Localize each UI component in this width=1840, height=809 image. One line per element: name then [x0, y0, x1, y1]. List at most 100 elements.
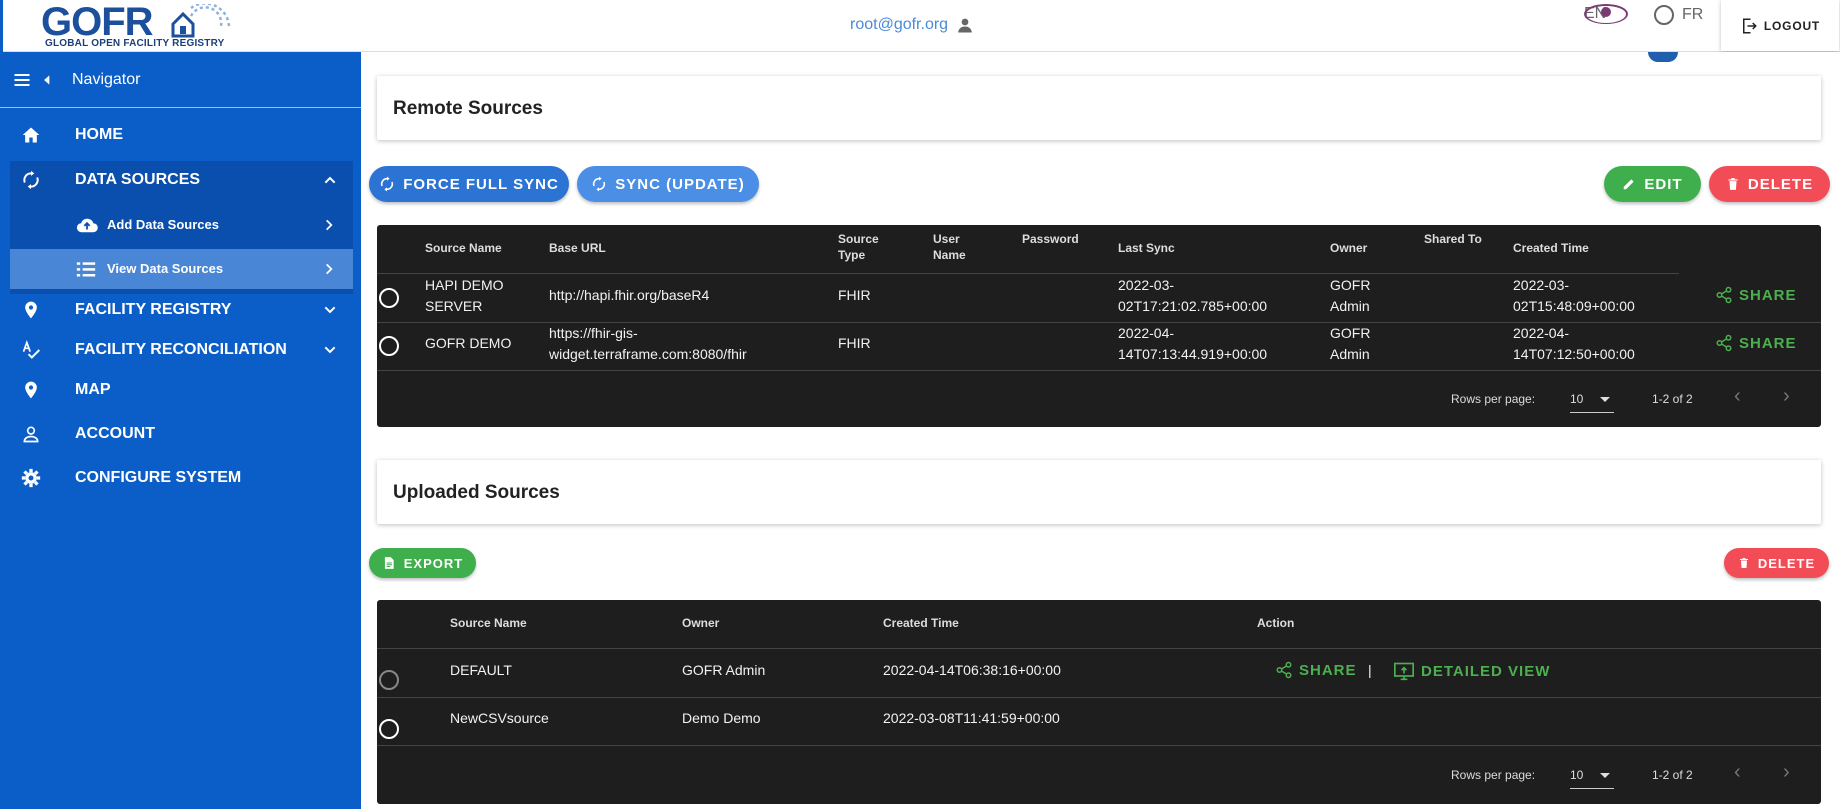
gofr-logo[interactable]: GOFR GLOBAL OPEN FACILITY REGISTRY — [41, 0, 231, 50]
radio-unselected-icon — [1654, 5, 1674, 25]
user-email: root@gofr.org — [850, 16, 949, 33]
share-icon — [1716, 334, 1732, 352]
pagination-range: 1-2 of 2 — [1652, 392, 1693, 406]
sidebar-item-data-sources[interactable]: DATA SOURCES — [0, 161, 361, 199]
uploaded-sources-card: Uploaded Sources — [377, 460, 1821, 524]
cell-owner: GOFR Admin — [1330, 325, 1371, 362]
col-user-name[interactable]: User Name — [933, 231, 966, 263]
share-button[interactable]: SHARE — [1715, 286, 1797, 304]
language-fr-radio[interactable]: FR — [1654, 5, 1703, 25]
gear-icon — [21, 468, 41, 488]
prev-page-icon[interactable]: ‹ — [1734, 761, 1741, 784]
home-icon — [22, 127, 40, 143]
cell-source-type: FHIR — [838, 335, 871, 351]
col-password[interactable]: Password — [1022, 231, 1079, 247]
location-pin-icon — [25, 301, 37, 319]
cell-created-time: 2022-03- 02T15:48:09+00:00 — [1513, 277, 1635, 314]
cell-source-type: FHIR — [838, 287, 871, 303]
sync-icon — [23, 170, 39, 190]
remote-sources-table: Source Name Base URL Source Type User Name… — [377, 225, 1821, 427]
logout-icon — [1742, 18, 1757, 33]
edit-button[interactable]: EDIT — [1604, 166, 1701, 202]
main-content: Remote Sources FORCE FULL SYNC SYNC (UPD… — [361, 52, 1840, 809]
top-bar: GOFR GLOBAL OPEN FACILITY REGISTRY root@… — [3, 0, 1840, 52]
sidebar-item-add-data-sources[interactable]: Add Data Sources — [10, 205, 353, 245]
cell-last-sync: 2022-03- 02T17:21:02.785+00:00 — [1118, 277, 1268, 314]
col-owner[interactable]: Owner — [1330, 240, 1367, 256]
col-source-name[interactable]: Source Name — [450, 615, 527, 631]
chevron-up-icon — [324, 176, 336, 184]
delete-uploaded-button[interactable]: DELETE — [1724, 548, 1829, 578]
chevron-down-icon — [324, 306, 336, 314]
cell-created-time: 2022-04- 14T07:12:50+00:00 — [1513, 325, 1635, 362]
caret-down-icon — [1600, 397, 1610, 402]
uploaded-sources-title: Uploaded Sources — [393, 482, 560, 503]
sidebar-item-home[interactable]: HOME — [0, 116, 361, 154]
col-created-time[interactable]: Created Time — [1513, 240, 1589, 256]
detailed-view-button[interactable]: DETAILED VIEW — [1393, 661, 1550, 681]
language-en-radio[interactable]: EN — [1584, 4, 1628, 24]
force-full-sync-button[interactable]: FORCE FULL SYNC — [369, 166, 569, 202]
remote-sources-title: Remote Sources — [393, 98, 543, 119]
row-select-radio[interactable] — [379, 336, 399, 356]
chevron-down-icon — [324, 346, 336, 354]
row-select-radio[interactable] — [379, 719, 399, 739]
user-menu[interactable]: root@gofr.org — [850, 16, 974, 34]
sidebar-item-map[interactable]: MAP — [0, 371, 361, 409]
col-owner[interactable]: Owner — [682, 615, 719, 631]
sync-update-button[interactable]: SYNC (UPDATE) — [577, 166, 759, 202]
sidebar-item-view-data-sources[interactable]: View Data Sources — [10, 249, 353, 289]
share-icon — [1716, 286, 1732, 304]
next-page-icon[interactable]: › — [1783, 761, 1790, 784]
cell-last-sync: 2022-04- 14T07:13:44.919+00:00 — [1118, 325, 1268, 362]
row-select-radio[interactable] — [379, 670, 399, 690]
cell-created-time: 2022-03-08T11:41:59+00:00 — [883, 710, 1060, 726]
chevron-right-icon — [326, 263, 333, 275]
hamburger-menu-icon[interactable] — [12, 70, 32, 90]
next-page-icon[interactable]: › — [1783, 385, 1790, 408]
collapse-left-icon[interactable] — [40, 73, 54, 87]
trash-icon — [1728, 178, 1738, 190]
rows-per-page-select[interactable]: 10 — [1570, 392, 1614, 413]
sidebar-item-facility-reconciliation[interactable]: FACILITY RECONCILIATION — [0, 331, 361, 369]
cloud-upload-icon — [76, 218, 98, 233]
rows-per-page-select[interactable]: 10 — [1570, 768, 1614, 789]
share-button[interactable]: SHARE — [1275, 661, 1357, 679]
cell-source-name: NewCSVsource — [450, 710, 549, 726]
row-select-radio[interactable] — [379, 288, 399, 308]
sidebar-item-account[interactable]: ACCOUNT — [0, 415, 361, 453]
cell-base-url: http://hapi.fhir.org/baseR4 — [549, 287, 710, 303]
navigator-header: Navigator — [0, 52, 361, 108]
sync-icon — [381, 176, 394, 192]
prev-page-icon[interactable]: ‹ — [1734, 385, 1741, 408]
document-icon — [384, 557, 394, 569]
house-wifi-icon — [171, 4, 231, 38]
cell-source-name: GOFR DEMO — [425, 335, 512, 351]
logout-button[interactable]: LOGOUT — [1721, 0, 1839, 51]
action-separator: | — [1368, 662, 1372, 678]
cell-owner: GOFR Admin — [1330, 277, 1371, 314]
sidebar: Navigator HOME DATA SOURCES Add Data Sou… — [0, 52, 361, 809]
col-action: Action — [1257, 616, 1295, 630]
export-button[interactable]: EXPORT — [369, 548, 476, 578]
delete-remote-button[interactable]: DELETE — [1709, 166, 1830, 202]
share-button[interactable]: SHARE — [1715, 334, 1797, 352]
share-icon — [1276, 661, 1292, 679]
radio-selected-icon — [1584, 4, 1628, 24]
col-base-url[interactable]: Base URL — [549, 240, 606, 256]
col-source-type[interactable]: Source Type — [838, 231, 879, 263]
cell-source-name: DEFAULT — [450, 662, 512, 678]
chevron-right-icon — [326, 219, 333, 231]
col-last-sync[interactable]: Last Sync — [1118, 240, 1175, 256]
pencil-icon — [1624, 179, 1635, 190]
col-source-name[interactable]: Source Name — [425, 240, 502, 256]
col-shared-to[interactable]: Shared To — [1424, 231, 1482, 247]
cell-source-name: HAPI DEMO SERVER — [425, 277, 504, 314]
sidebar-item-configure-system[interactable]: CONFIGURE SYSTEM — [0, 459, 361, 497]
remote-sources-card: Remote Sources — [377, 76, 1821, 140]
col-created-time[interactable]: Created Time — [883, 615, 959, 631]
person-icon — [958, 18, 972, 33]
person-icon — [23, 426, 39, 443]
sidebar-item-facility-registry[interactable]: FACILITY REGISTRY — [0, 291, 361, 329]
location-pin-icon — [25, 381, 37, 399]
